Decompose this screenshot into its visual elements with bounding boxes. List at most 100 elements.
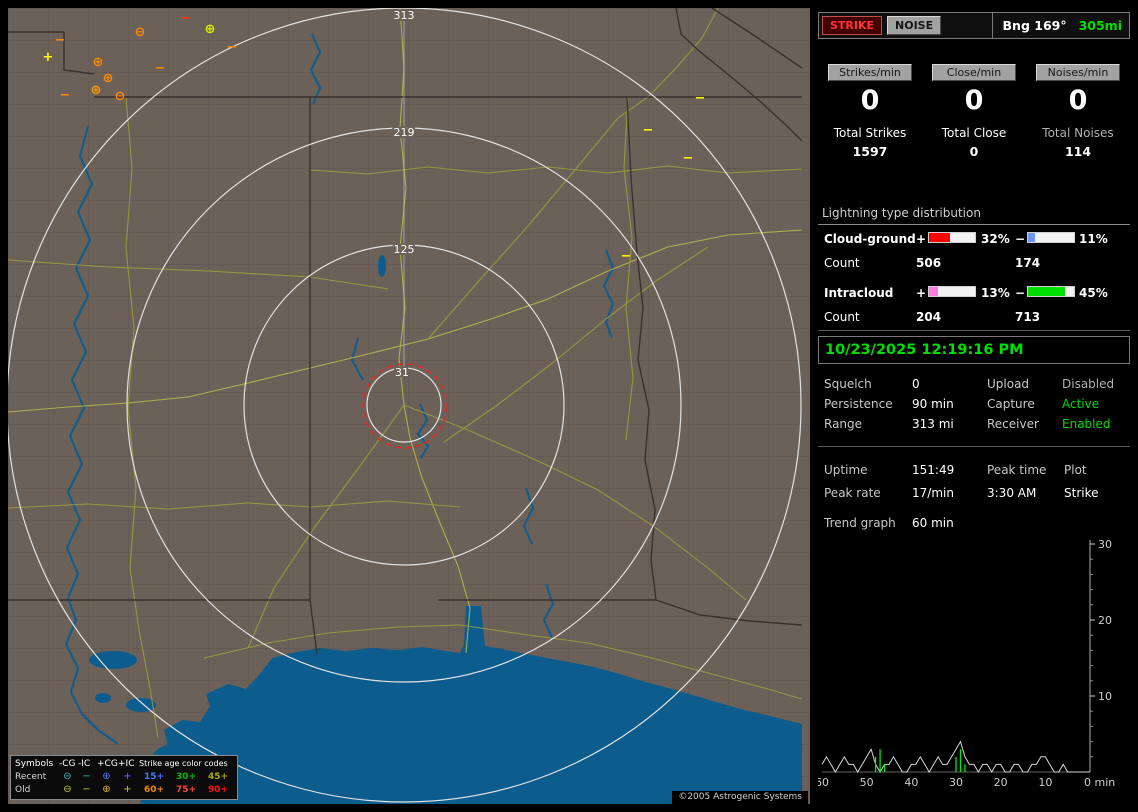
strike-symbol: −	[55, 33, 66, 48]
legend-col-header: +IC	[118, 758, 137, 770]
y-axis-label: 30	[1098, 538, 1112, 551]
strike-symbol: ⊕	[93, 55, 104, 70]
uptime-value: 151:49	[912, 463, 954, 477]
strike-symbol: ⊖	[135, 25, 146, 40]
intracloud-label: Intracloud	[824, 286, 893, 300]
plus-sign: +	[916, 286, 926, 300]
persistence-label: Persistence	[824, 397, 893, 411]
x-axis-label: 30	[949, 776, 963, 789]
noises-per-min-button[interactable]: Noises/min	[1036, 64, 1120, 81]
total-strikes-label: Total Strikes	[818, 126, 922, 140]
cg-negative-bar	[1027, 232, 1075, 243]
legend-symbols-header: Symbols	[15, 758, 57, 770]
receiver-label: Receiver	[987, 417, 1039, 431]
strike-symbol: −	[180, 11, 191, 26]
cg-positive-pct: 32%	[981, 232, 1010, 246]
ring-distance-label: 219	[394, 126, 415, 139]
x-axis-end-label: 0 min	[1084, 776, 1115, 789]
legend-row-label: Old	[15, 784, 57, 796]
legend-age-header: Strike age color codes	[139, 758, 233, 770]
total-noises-value: 114	[1026, 144, 1130, 159]
stats-row: Uptime 151:49 Peak time Plot	[818, 463, 1130, 479]
legend-age-code: 90+	[203, 784, 233, 796]
ring-distance-label: 31	[395, 366, 409, 379]
status-row: Squelch 0 Upload Disabled	[818, 377, 1130, 393]
peak-rate-label: Peak rate	[824, 486, 881, 500]
close-per-min-value: 0	[922, 86, 1026, 116]
legend-symbol-glyph: ⊕	[97, 784, 116, 796]
bearing-box: Bng 169° 305mi	[992, 13, 1126, 38]
divider	[818, 446, 1130, 447]
trend-graph: 1020306050403020100 min	[818, 536, 1130, 798]
strike-symbol: −	[683, 151, 694, 166]
legend-symbol-glyph: +	[118, 784, 137, 796]
legend-age-code: 60+	[139, 784, 169, 796]
cg-negative-count: 174	[1015, 256, 1040, 270]
legend-symbol-glyph: −	[78, 784, 95, 796]
datetime-box: 10/23/2025 12:19:16 PM	[818, 336, 1130, 364]
capture-label: Capture	[987, 397, 1035, 411]
x-axis-label: 60	[818, 776, 829, 789]
distance-value: 305mi	[1079, 18, 1122, 33]
copyright-notice: ©2005 Astrogenic Systems	[672, 791, 808, 804]
legend-age-code: 75+	[171, 784, 201, 796]
y-axis-label: 20	[1098, 614, 1112, 627]
stats-row: Peak rate 17/min 3:30 AM Strike	[818, 486, 1130, 502]
legend-col-header: +CG	[97, 758, 116, 770]
strike-symbol: ⊖	[115, 89, 126, 104]
peak-time-value: 3:30 AM	[987, 486, 1036, 500]
persistence-value: 90 min	[912, 397, 954, 411]
total-strikes-value: 1597	[818, 144, 922, 159]
legend-symbol-glyph: ⊖	[59, 784, 76, 796]
close-counter: Close/min 0 Total Close 0	[922, 64, 1026, 159]
status-panel: STRIKE NOISE Bng 169° 305mi Strikes/min …	[818, 8, 1130, 804]
legend-age-code: 45+	[203, 771, 233, 783]
legend-age-code: 15+	[139, 771, 169, 783]
plus-sign: +	[916, 232, 926, 246]
legend-row-label: Recent	[15, 771, 57, 783]
x-axis-label: 10	[1038, 776, 1052, 789]
plot-value: Strike	[1064, 486, 1099, 500]
cg-negative-pct: 11%	[1079, 232, 1108, 246]
strike-symbol: +	[43, 50, 54, 65]
strikes-per-min-button[interactable]: Strikes/min	[828, 64, 912, 81]
total-close-label: Total Close	[922, 126, 1026, 140]
strike-symbol: −	[227, 40, 238, 55]
legend-symbol-glyph: ⊕	[97, 771, 116, 783]
count-label: Count	[824, 256, 860, 270]
strikes-per-min-value: 0	[818, 86, 922, 116]
strike-symbol: ⊕	[91, 83, 102, 98]
ic-positive-bar	[928, 286, 976, 297]
total-noises-label: Total Noises	[1026, 126, 1130, 140]
app-window: { "map": { "copyright": "©2005 Astrogeni…	[0, 0, 1138, 812]
close-per-min-button[interactable]: Close/min	[932, 64, 1016, 81]
bearing-value: Bng 169°	[1003, 18, 1067, 33]
legend-symbol-glyph: +	[118, 771, 137, 783]
trend-window-value: 60 min	[912, 516, 954, 530]
upload-label: Upload	[987, 377, 1029, 391]
legend-age-code: 30+	[171, 771, 201, 783]
distribution-title: Lightning type distribution	[818, 206, 1130, 225]
cg-positive-bar	[928, 232, 976, 243]
strike-toggle-button[interactable]: STRIKE	[822, 16, 882, 35]
radar-map[interactable]: 31321912531 +−⊕⊕⊕⊖⊖−⊕−−−−−−− Symbols-CG-…	[8, 8, 810, 804]
intracloud-count-row: Count 204 713	[818, 310, 1130, 326]
intracloud-row: Intracloud + 13% − 45%	[818, 286, 1130, 302]
minus-sign: −	[1015, 232, 1025, 246]
ring-distance-label: 313	[394, 9, 415, 22]
strike-symbol: −	[60, 88, 71, 103]
peak-time-label: Peak time	[987, 463, 1046, 477]
trend-graph-label: Trend graph	[824, 516, 896, 530]
legend-col-header: -CG	[59, 758, 76, 770]
panel-header: STRIKE NOISE Bng 169° 305mi	[818, 12, 1130, 39]
legend-symbol-glyph: ⊖	[59, 771, 76, 783]
ic-negative-bar	[1027, 286, 1075, 297]
x-axis-label: 20	[994, 776, 1008, 789]
status-row: Range 313 mi Receiver Enabled	[818, 417, 1130, 433]
noise-toggle-button[interactable]: NOISE	[887, 16, 941, 35]
total-close-value: 0	[922, 144, 1026, 159]
strike-symbol: −	[643, 123, 654, 138]
upload-value: Disabled	[1062, 377, 1114, 391]
cg-positive-count: 506	[916, 256, 941, 270]
legend-col-header: -IC	[78, 758, 95, 770]
